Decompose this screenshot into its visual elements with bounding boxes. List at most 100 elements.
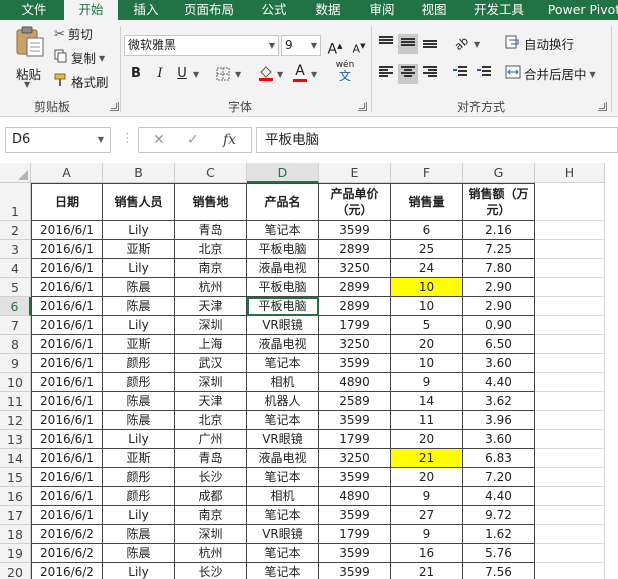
paste-button[interactable]: 粘贴 ▼ — [10, 26, 50, 90]
table-cell[interactable]: 相机 — [247, 373, 319, 392]
table-cell[interactable]: 1799 — [319, 525, 391, 544]
table-cell[interactable]: 3599 — [319, 544, 391, 563]
table-cell[interactable]: 青岛 — [175, 221, 247, 240]
table-header-cell[interactable]: 销售额（万元） — [463, 183, 535, 221]
table-cell[interactable]: 南京 — [175, 506, 247, 525]
align-center-button[interactable] — [398, 64, 418, 84]
grid-cell[interactable] — [535, 392, 605, 411]
table-cell[interactable]: 7.80 — [463, 259, 535, 278]
table-cell[interactable]: 2899 — [319, 278, 391, 297]
table-cell[interactable]: 21 — [391, 563, 463, 579]
tab-home[interactable]: 开始 — [64, 0, 118, 20]
name-box[interactable]: D6 ▼ — [5, 127, 111, 153]
table-cell[interactable]: 20 — [391, 468, 463, 487]
table-cell[interactable]: 亚斯 — [103, 240, 175, 259]
row-header-20[interactable]: 20 — [0, 563, 31, 579]
table-cell[interactable]: 2016/6/1 — [31, 240, 103, 259]
table-cell[interactable]: 3599 — [319, 506, 391, 525]
table-cell[interactable]: 11 — [391, 411, 463, 430]
row-header-15[interactable]: 15 — [0, 468, 31, 487]
table-cell[interactable]: 20 — [391, 335, 463, 354]
merge-center-button[interactable]: 合并后居中 ▼ — [505, 64, 596, 86]
row-header-19[interactable]: 19 — [0, 544, 31, 563]
table-cell[interactable]: 武汉 — [175, 354, 247, 373]
grid-cell[interactable] — [535, 316, 605, 335]
tab-review[interactable]: 审阅 — [360, 0, 404, 20]
table-cell[interactable]: 颜彤 — [103, 373, 175, 392]
row-header-17[interactable]: 17 — [0, 506, 31, 525]
table-cell[interactable]: 3.60 — [463, 430, 535, 449]
row-header-9[interactable]: 9 — [0, 354, 31, 373]
font-name-combo[interactable]: 微软雅黑 ▼ — [124, 35, 279, 56]
table-cell[interactable]: 青岛 — [175, 449, 247, 468]
table-cell[interactable]: 陈晨 — [103, 392, 175, 411]
table-cell[interactable]: 2016/6/1 — [31, 335, 103, 354]
format-painter-button[interactable]: 格式刷 — [54, 72, 109, 94]
table-cell[interactable]: 3599 — [319, 354, 391, 373]
table-cell[interactable]: 2016/6/2 — [31, 525, 103, 544]
column-header-h[interactable]: H — [535, 163, 605, 183]
grid-cell[interactable] — [535, 449, 605, 468]
table-cell[interactable]: 2016/6/1 — [31, 316, 103, 335]
table-cell[interactable]: 陈晨 — [103, 278, 175, 297]
table-cell[interactable]: 21 — [391, 449, 463, 468]
row-header-3[interactable]: 3 — [0, 240, 31, 259]
column-header-a[interactable]: A — [31, 163, 103, 183]
table-cell[interactable]: 2016/6/1 — [31, 373, 103, 392]
grid-cell[interactable] — [535, 354, 605, 373]
column-header-c[interactable]: C — [175, 163, 247, 183]
decrease-indent-button[interactable] — [450, 64, 470, 84]
table-cell[interactable]: 颜彤 — [103, 468, 175, 487]
table-cell[interactable]: 10 — [391, 297, 463, 316]
enter-icon[interactable]: ✓ — [187, 132, 199, 148]
column-header-d[interactable]: D — [247, 163, 319, 183]
table-cell[interactable]: 笔记本 — [247, 468, 319, 487]
table-cell[interactable]: 液晶电视 — [247, 449, 319, 468]
row-header-16[interactable]: 16 — [0, 487, 31, 506]
tab-page-layout[interactable]: 页面布局 — [176, 0, 242, 20]
table-cell[interactable]: 深圳 — [175, 525, 247, 544]
tab-data[interactable]: 数据 — [306, 0, 350, 20]
table-cell[interactable]: 10 — [391, 354, 463, 373]
tab-power-pivot[interactable]: Power Pivot — [544, 0, 618, 20]
wrap-text-button[interactable]: 自动换行 — [505, 34, 574, 56]
table-cell[interactable]: 天津 — [175, 392, 247, 411]
clipboard-launcher-icon[interactable] — [110, 102, 119, 111]
table-cell[interactable]: 2016/6/2 — [31, 563, 103, 579]
table-cell[interactable]: 北京 — [175, 240, 247, 259]
table-cell[interactable]: 长沙 — [175, 468, 247, 487]
row-header-2[interactable]: 2 — [0, 221, 31, 240]
table-cell[interactable]: 陈晨 — [103, 411, 175, 430]
table-cell[interactable]: 杭州 — [175, 544, 247, 563]
table-cell[interactable]: 2016/6/1 — [31, 487, 103, 506]
grid-cell[interactable] — [535, 563, 605, 579]
row-header-18[interactable]: 18 — [0, 525, 31, 544]
table-cell[interactable]: VR眼镜 — [247, 430, 319, 449]
tab-insert[interactable]: 插入 — [124, 0, 168, 20]
grid-cell[interactable] — [535, 240, 605, 259]
align-middle-button[interactable] — [398, 34, 418, 54]
row-header-4[interactable]: 4 — [0, 259, 31, 278]
table-cell[interactable]: 2016/6/1 — [31, 259, 103, 278]
grid-cell[interactable] — [535, 183, 605, 221]
table-cell[interactable]: 3599 — [319, 468, 391, 487]
row-header-7[interactable]: 7 — [0, 316, 31, 335]
grid-cell[interactable] — [535, 259, 605, 278]
row-header-5[interactable]: 5 — [0, 278, 31, 297]
phonetic-button[interactable]: wén 文 — [332, 60, 358, 86]
table-cell[interactable]: 陈晨 — [103, 297, 175, 316]
table-header-cell[interactable]: 产品名 — [247, 183, 319, 221]
table-cell[interactable]: 2.90 — [463, 297, 535, 316]
table-cell[interactable]: 3.60 — [463, 354, 535, 373]
table-cell[interactable]: 天津 — [175, 297, 247, 316]
shrink-font-button[interactable]: A▼ — [349, 36, 369, 56]
grid-cell[interactable] — [535, 297, 605, 316]
align-bottom-button[interactable] — [420, 34, 440, 54]
table-cell[interactable]: 6 — [391, 221, 463, 240]
increase-indent-button[interactable] — [474, 64, 494, 84]
cancel-icon[interactable]: ✕ — [153, 132, 165, 148]
table-cell[interactable]: Lily — [103, 316, 175, 335]
align-left-button[interactable] — [376, 64, 396, 84]
table-cell[interactable]: 2016/6/1 — [31, 430, 103, 449]
table-cell[interactable]: 笔记本 — [247, 411, 319, 430]
